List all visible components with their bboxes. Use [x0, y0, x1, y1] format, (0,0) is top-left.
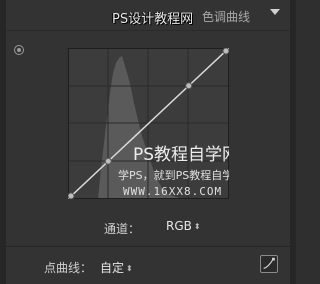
curve-graph[interactable]: PS教程自学网 学PS，就到PS教程自学网 WWW.16XX8.COM	[68, 48, 229, 199]
overlay-subtitle: 学PS，就到PS教程自学网	[118, 168, 229, 182]
curve-control-point[interactable]	[68, 192, 75, 199]
point-curve-select[interactable]: 自定 ⬍	[100, 259, 133, 276]
point-curve-label: 点曲线：	[44, 261, 93, 275]
channel-label: 通道：	[104, 222, 141, 236]
overlay-title: PS教程自学网	[133, 145, 229, 165]
section-divider	[6, 246, 290, 247]
header-divider	[6, 30, 290, 31]
up-down-arrows-icon: ⬍	[193, 222, 201, 231]
target-adjustment-icon[interactable]	[14, 45, 24, 55]
curve-control-point[interactable]	[222, 48, 229, 55]
watermark-top: PS设计教程网	[112, 12, 194, 27]
curve-control-point[interactable]	[104, 157, 112, 165]
channel-value: RGB	[166, 219, 192, 233]
curve-control-point[interactable]	[185, 82, 193, 90]
panel-frame-right	[290, 0, 296, 284]
up-down-arrows-icon: ⬍	[126, 264, 133, 273]
channel-select[interactable]: RGB ⬍	[166, 219, 201, 233]
panel-frame-left	[0, 0, 6, 284]
panel-title[interactable]: 色调曲线	[202, 8, 250, 25]
edit-point-curve-icon[interactable]	[260, 255, 278, 273]
point-curve-value: 自定	[100, 261, 125, 275]
triangle-down-icon[interactable]	[270, 9, 280, 15]
overlay-url: WWW.16XX8.COM	[123, 185, 222, 198]
